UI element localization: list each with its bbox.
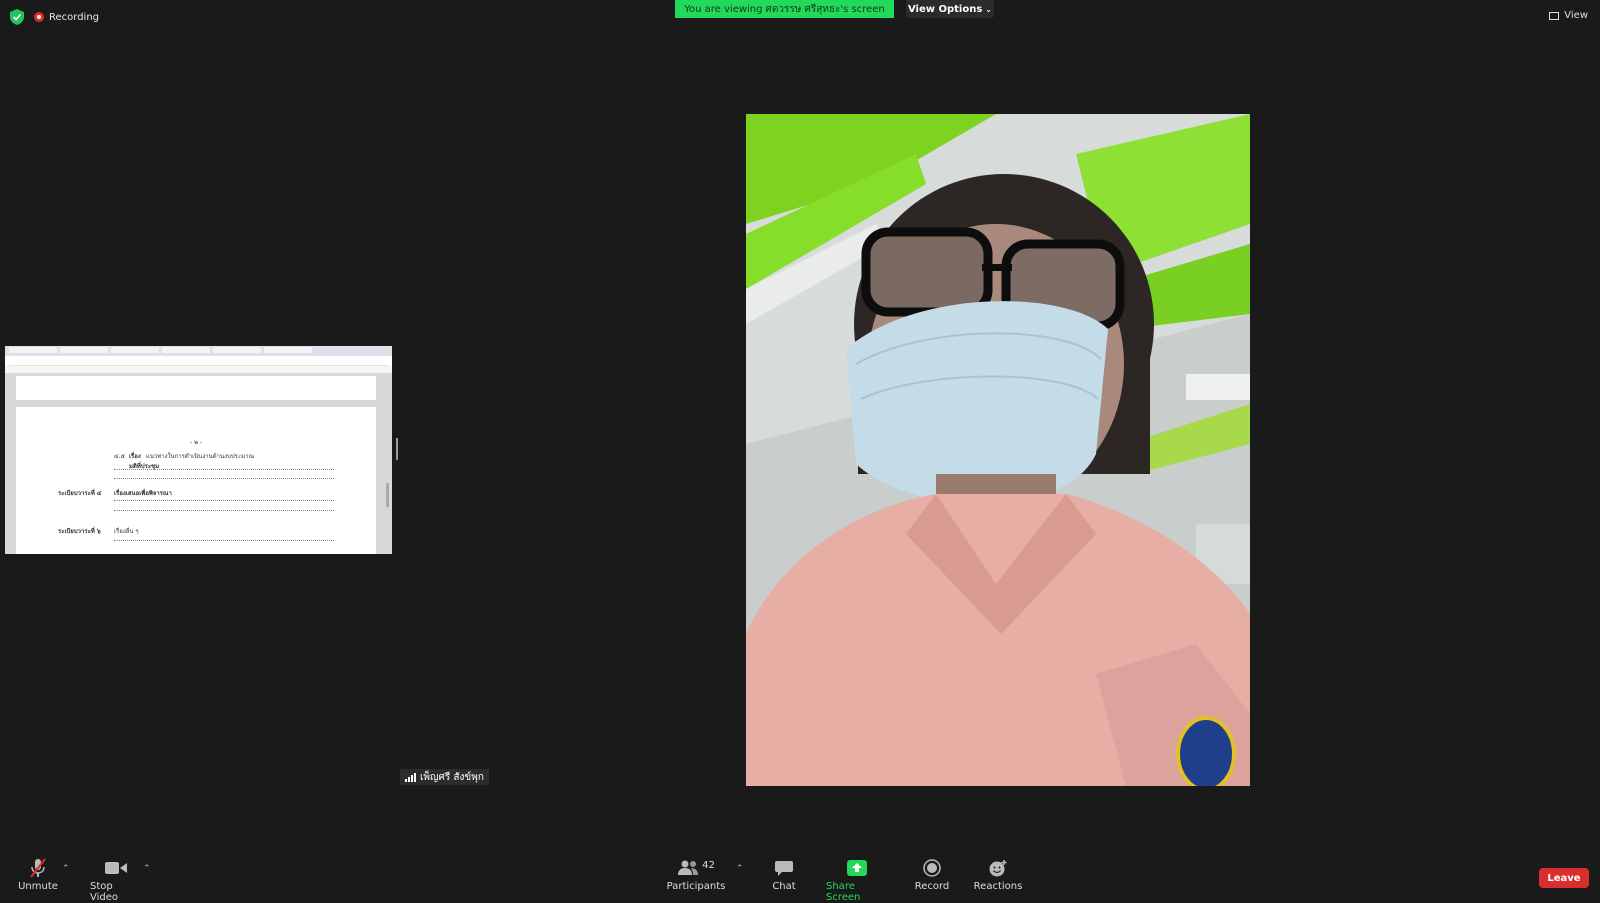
agenda-5-text: เรื่องอื่น ๆ xyxy=(114,528,139,535)
chat-bubble-icon xyxy=(775,861,793,876)
view-label: View xyxy=(1564,10,1588,21)
browser-tab xyxy=(60,347,108,353)
agenda-4-label: ระเบียบวาระที่ ๔ xyxy=(58,490,102,497)
participants-button[interactable]: 42 Participants xyxy=(666,858,726,893)
participants-options-caret-icon[interactable]: ⌃ xyxy=(736,864,744,874)
participants-count: 42 xyxy=(702,859,715,871)
dotted-line xyxy=(114,500,334,501)
reactions-smiley-icon xyxy=(989,860,1007,877)
dotted-line xyxy=(114,478,334,479)
security-shield-icon[interactable] xyxy=(10,9,24,25)
browser-tab xyxy=(9,347,57,353)
recording-label: Recording xyxy=(49,11,100,23)
browser-tab xyxy=(111,347,159,353)
view-options-button[interactable]: View Options ⌄ xyxy=(906,0,994,18)
scrollbar-thumb[interactable] xyxy=(386,483,389,507)
record-icon xyxy=(923,859,941,877)
browser-address-bar xyxy=(9,356,388,366)
recording-dot-icon xyxy=(34,12,44,22)
share-screen-button[interactable]: Share Screen xyxy=(826,858,888,903)
recording-indicator[interactable]: Recording xyxy=(34,12,99,23)
dotted-line xyxy=(114,469,334,470)
item-prefix: เรื่อง xyxy=(129,453,141,460)
agenda-5-label: ระเบียบวาระที่ ๖ xyxy=(58,528,101,535)
leave-button[interactable]: Leave xyxy=(1539,868,1589,888)
participants-label: Participants xyxy=(666,881,726,892)
video-options-caret-icon[interactable]: ⌃ xyxy=(143,864,151,874)
browser-tab xyxy=(264,347,312,353)
banner-suffix: 's screen xyxy=(840,3,885,15)
stop-video-button[interactable]: Stop Video xyxy=(90,858,142,903)
grid-icon xyxy=(1549,11,1560,20)
page-marker: - ๒ - xyxy=(190,439,203,446)
item-text: แนวทางในการดำเนินงานด้านงบประมาณ xyxy=(146,453,255,460)
record-button[interactable]: Record xyxy=(914,858,950,892)
participant-name-tag: เพ็ญศรี สังข์พุก xyxy=(400,769,489,785)
audio-options-caret-icon[interactable]: ⌃ xyxy=(62,864,70,874)
video-camera-icon xyxy=(105,862,127,874)
microphone-muted-icon xyxy=(30,858,46,878)
item-number: ๔.๕ xyxy=(114,453,125,460)
shared-screen-thumbnail[interactable]: - ๒ - ๔.๕ เรื่อง แนวทางในการดำเนินงานด้า… xyxy=(5,346,392,554)
participant-video[interactable] xyxy=(746,114,1250,786)
video-frame-image xyxy=(746,114,1250,786)
participants-icon xyxy=(678,860,699,875)
dotted-line xyxy=(114,510,334,511)
reactions-button[interactable]: Reactions xyxy=(973,858,1023,892)
browser-tab xyxy=(162,347,210,353)
unmute-button[interactable]: Unmute xyxy=(18,858,58,892)
viewing-screen-banner: You are viewing ศตวรรษ ศรีสุทธะ 's scree… xyxy=(675,0,894,18)
view-options-label: View Options xyxy=(907,3,983,15)
chevron-down-icon: ⌄ xyxy=(985,4,992,14)
top-left-status: Recording xyxy=(10,9,99,25)
view-layout-button[interactable]: View xyxy=(1549,10,1588,21)
browser-tab xyxy=(213,347,261,353)
browser-tab-strip xyxy=(5,346,392,356)
record-label: Record xyxy=(914,881,950,892)
dotted-line xyxy=(114,540,334,541)
document-viewer: - ๒ - ๔.๕ เรื่อง แนวทางในการดำเนินงานด้า… xyxy=(5,373,392,554)
signal-strength-icon xyxy=(405,772,416,782)
unmute-label: Unmute xyxy=(18,881,58,892)
agenda-4-text: เรื่องเสนอเพื่อพิจารณา xyxy=(114,490,172,497)
chat-label: Chat xyxy=(772,881,796,892)
chat-button[interactable]: Chat xyxy=(770,858,798,892)
document-page: - ๒ - ๔.๕ เรื่อง แนวทางในการดำเนินงานด้า… xyxy=(16,407,376,554)
thumbnail-resize-handle[interactable] xyxy=(396,438,398,460)
reactions-label: Reactions xyxy=(973,881,1023,892)
share-screen-icon xyxy=(847,860,867,876)
meeting-toolbar: Unmute ⌃ Stop Video ⌃ 42 Participants ⌃ xyxy=(0,850,1600,903)
document-page xyxy=(16,376,376,400)
participant-name: เพ็ญศรี สังข์พุก xyxy=(420,771,484,783)
banner-sharer-name: ศตวรรษ ศรีสุทธะ xyxy=(765,3,841,15)
banner-prefix: You are viewing xyxy=(684,3,763,15)
